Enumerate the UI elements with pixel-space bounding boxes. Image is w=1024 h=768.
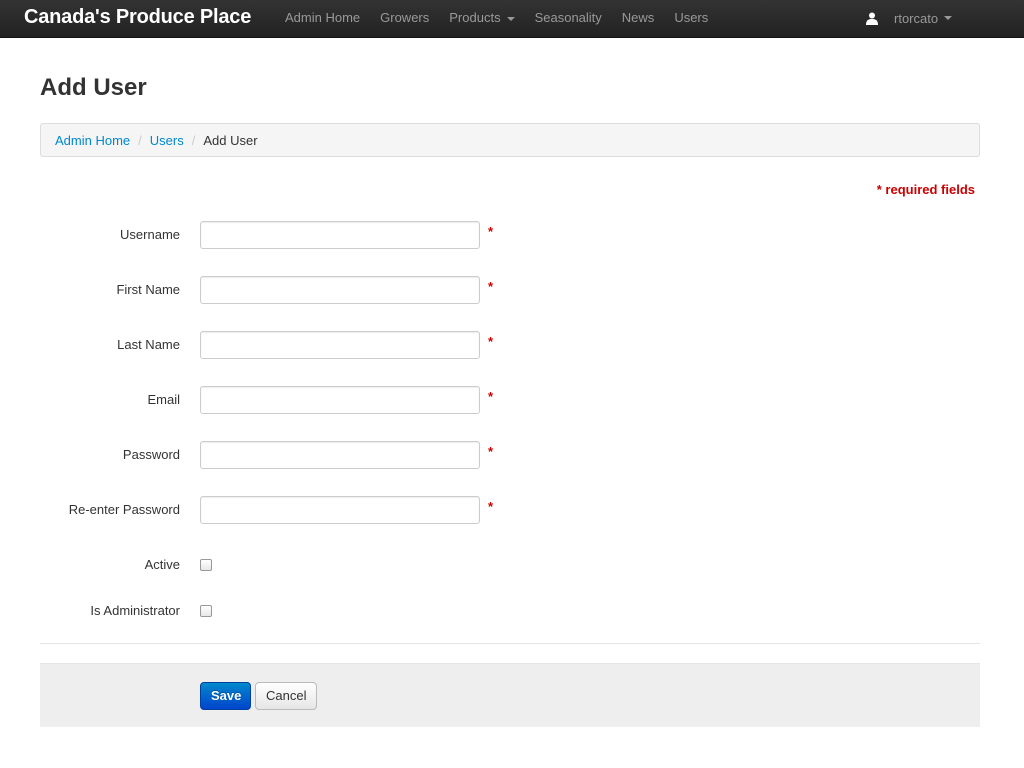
top-navbar: Canada's Produce Place Admin Home Grower… xyxy=(0,0,1024,38)
username-label: Username xyxy=(120,227,180,242)
active-row: Active xyxy=(0,551,600,579)
required-marker: * xyxy=(488,444,494,459)
email-row: Email * xyxy=(0,386,600,414)
required-marker: * xyxy=(488,279,494,294)
cancel-button[interactable]: Cancel xyxy=(255,682,317,710)
page-title: Add User xyxy=(40,74,147,101)
user-name: rtorcato xyxy=(894,10,939,26)
first-name-input[interactable] xyxy=(200,276,480,304)
brand-logo[interactable]: Canada's Produce Place xyxy=(24,6,251,29)
username-row: Username * xyxy=(0,221,600,249)
required-marker: * xyxy=(488,499,494,514)
email-input[interactable] xyxy=(200,386,480,414)
required-marker: * xyxy=(488,334,494,349)
email-label: Email xyxy=(147,392,180,407)
chevron-down-icon xyxy=(944,16,953,20)
nav-item-seasonality[interactable]: Seasonality xyxy=(525,0,612,36)
last-name-input[interactable] xyxy=(200,331,480,359)
password-input[interactable] xyxy=(200,441,480,469)
password-row: Password * xyxy=(0,441,600,469)
nav-item-news[interactable]: News xyxy=(612,0,665,36)
nav-item-admin-home[interactable]: Admin Home xyxy=(275,0,370,36)
is-administrator-label: Is Administrator xyxy=(90,603,180,618)
nav-item-users[interactable]: Users xyxy=(664,0,718,36)
first-name-label: First Name xyxy=(116,282,180,297)
nav-item-growers[interactable]: Growers xyxy=(370,0,439,36)
reenter-password-label: Re-enter Password xyxy=(68,502,180,517)
form-actions: Save Cancel xyxy=(40,663,980,727)
breadcrumb-admin-home[interactable]: Admin Home xyxy=(55,133,130,148)
reenter-password-row: Re-enter Password * xyxy=(0,496,600,524)
breadcrumb-separator: / xyxy=(191,132,196,148)
is-administrator-checkbox[interactable] xyxy=(200,605,212,617)
nav-item-products-label: Products xyxy=(449,10,501,25)
required-fields-note: * required fields xyxy=(876,182,975,197)
is-administrator-row: Is Administrator xyxy=(0,597,600,625)
first-name-row: First Name * xyxy=(0,276,600,304)
user-menu[interactable]: rtorcato xyxy=(866,0,953,36)
breadcrumb: Admin Home / Users / Add User xyxy=(40,123,980,157)
active-checkbox[interactable] xyxy=(200,559,212,571)
breadcrumb-separator: / xyxy=(138,132,142,148)
password-label: Password xyxy=(122,447,180,462)
save-button[interactable]: Save xyxy=(200,682,251,710)
form-divider xyxy=(40,643,980,644)
breadcrumb-current: Add User xyxy=(203,132,258,148)
chevron-down-icon xyxy=(506,16,515,21)
user-icon xyxy=(866,12,878,25)
required-marker: * xyxy=(488,224,494,239)
reenter-password-input[interactable] xyxy=(200,496,480,524)
breadcrumb-users[interactable]: Users xyxy=(150,133,184,148)
required-marker: * xyxy=(488,389,494,404)
main-nav: Admin Home Growers Products Seasonality … xyxy=(275,0,718,36)
nav-item-products[interactable]: Products xyxy=(439,0,524,36)
last-name-row: Last Name * xyxy=(0,331,600,359)
username-input[interactable] xyxy=(200,221,480,249)
active-label: Active xyxy=(144,557,180,572)
last-name-label: Last Name xyxy=(117,337,180,352)
